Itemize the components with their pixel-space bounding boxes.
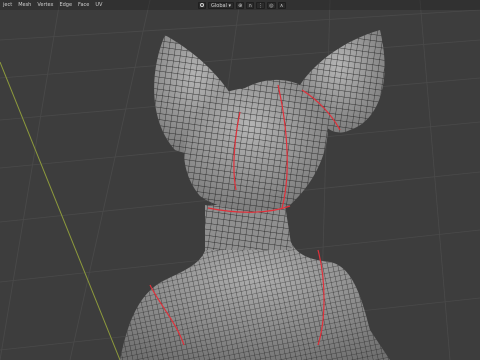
viewport-header: ject Mesh Vertex Edge Face UV Global ▾ ⊕… — [0, 0, 480, 10]
orientation-icon-button[interactable] — [198, 1, 206, 9]
menu-object[interactable]: ject — [3, 0, 12, 10]
snap-button[interactable]: ∩ — [246, 1, 255, 9]
pivot-icon: ⊕ — [238, 2, 243, 9]
transform-orientation-label: Global — [211, 2, 227, 9]
menu-vertex[interactable]: Vertex — [37, 0, 53, 10]
falloff-icon: ∧ — [279, 2, 284, 9]
proportional-edit-button[interactable]: ◎ — [267, 1, 276, 9]
orientation-icon — [200, 3, 204, 7]
transform-toolbar: Global ▾ ⊕ ∩ ⋮ ◎ ∧ — [198, 1, 286, 9]
menu-mesh[interactable]: Mesh — [18, 0, 31, 10]
header-menu: ject Mesh Vertex Edge Face UV — [3, 0, 102, 10]
snap-options-button[interactable]: ⋮ — [256, 1, 266, 9]
proportional-falloff-button[interactable]: ∧ — [277, 1, 286, 9]
menu-edge[interactable]: Edge — [59, 0, 72, 10]
mesh-object[interactable] — [120, 30, 390, 360]
menu-face[interactable]: Face — [78, 0, 89, 10]
viewport-canvas[interactable] — [0, 0, 480, 360]
proportional-edit-icon: ◎ — [269, 2, 274, 9]
transform-orientation-dropdown[interactable]: Global ▾ — [208, 1, 235, 9]
snap-target-icon: ⋮ — [258, 2, 264, 9]
magnet-icon: ∩ — [248, 2, 253, 9]
menu-uv[interactable]: UV — [95, 0, 102, 10]
pivot-point-button[interactable]: ⊕ — [236, 1, 245, 9]
3d-viewport[interactable] — [0, 0, 480, 360]
chevron-down-icon: ▾ — [228, 2, 232, 9]
